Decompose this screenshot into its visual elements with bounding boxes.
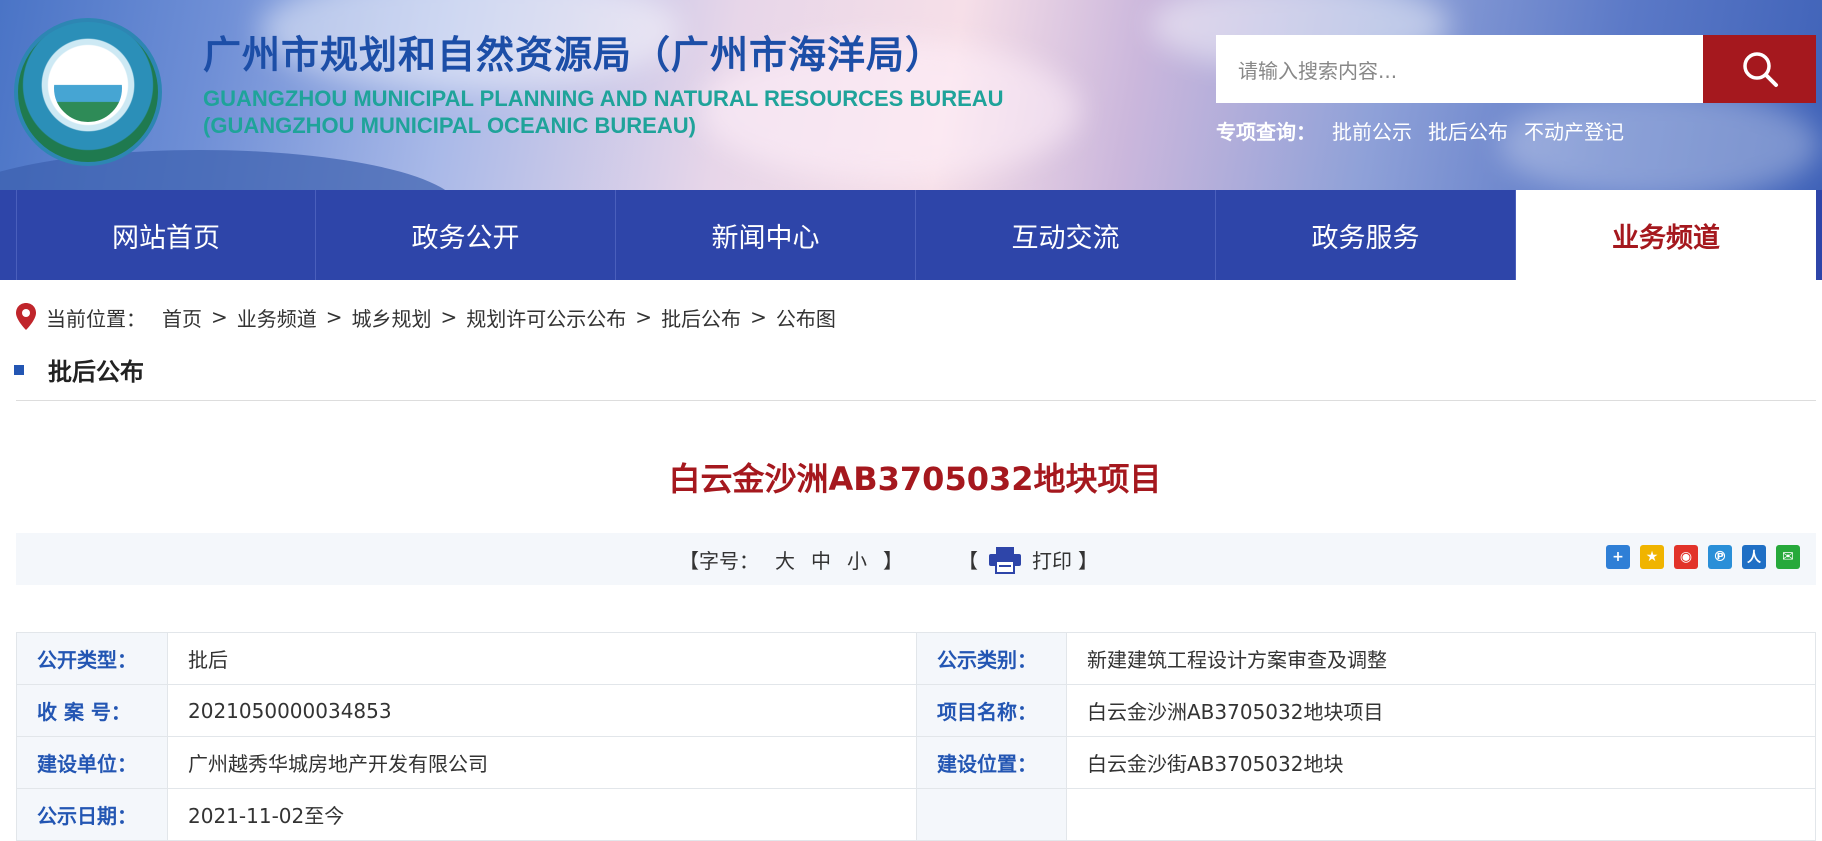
breadcrumb-prefix: 当前位置： xyxy=(46,306,146,331)
special-link-real-estate[interactable]: 不动产登记 xyxy=(1524,116,1624,145)
nav-item-interaction[interactable]: 互动交流 xyxy=(916,190,1216,280)
breadcrumb-separator: > xyxy=(750,305,767,329)
breadcrumb-separator: > xyxy=(211,305,228,329)
value-case-number: 2021050000034853 xyxy=(167,684,917,737)
site-title-en-sub: (GUANGZHOU MUNICIPAL OCEANIC BUREAU) xyxy=(203,113,696,138)
breadcrumb-separator: > xyxy=(325,305,343,329)
breadcrumb-urban-planning[interactable]: 城乡规划 xyxy=(352,303,432,332)
label-location: 建设位置： xyxy=(916,736,1067,789)
divider xyxy=(16,400,1816,401)
label-empty xyxy=(916,788,1067,841)
label-developer: 建设单位： xyxy=(16,736,168,789)
qzone-icon[interactable]: ★ xyxy=(1640,545,1664,569)
project-info-table: 公开类型： 批后 公示类别： 新建建筑工程设计方案审查及调整 收 案 号： 20… xyxy=(16,632,1816,841)
special-query-label: 专项查询： xyxy=(1216,120,1316,144)
print-button[interactable]: 【 打印 】 xyxy=(958,545,1098,574)
nav-item-services[interactable]: 政务服务 xyxy=(1216,190,1516,280)
print-close: 】 xyxy=(1078,549,1098,573)
value-publicity-category: 新建建筑工程设计方案审查及调整 xyxy=(1066,632,1816,685)
section-marker-icon xyxy=(14,364,24,375)
font-size-controls: 【字号： 大 中 小 】 xyxy=(679,545,903,574)
breadcrumb-permit-publicity[interactable]: 规划许可公示公布 xyxy=(466,303,626,332)
share-bar: + ★ ◉ ℗ 人 ✉ xyxy=(1606,545,1800,569)
wechat-icon[interactable]: ✉ xyxy=(1776,545,1800,569)
bureau-logo[interactable] xyxy=(14,18,162,166)
value-publicity-date: 2021-11-02至今 xyxy=(167,788,917,841)
section-title: 批后公布 xyxy=(14,352,144,387)
font-size-large[interactable]: 大 xyxy=(775,545,795,574)
search-input[interactable]: 请输入搜索内容... xyxy=(1216,35,1703,103)
breadcrumb-publish-map[interactable]: 公布图 xyxy=(776,303,836,332)
breadcrumb-separator: > xyxy=(635,305,653,329)
table-row: 公开类型： 批后 公示类别： 新建建筑工程设计方案审查及调整 xyxy=(16,632,1816,685)
font-size-close: 】 xyxy=(883,549,903,573)
renren-icon[interactable]: 人 xyxy=(1742,545,1766,569)
label-project-name: 项目名称： xyxy=(916,684,1067,737)
nav-item-home[interactable]: 网站首页 xyxy=(16,190,316,280)
value-empty xyxy=(1066,788,1816,841)
site-title-cn: 广州市规划和自然资源局（广州市海洋局） xyxy=(203,33,945,77)
tencent-weibo-icon[interactable]: ℗ xyxy=(1708,545,1732,569)
value-project-name: 白云金沙洲AB3705032地块项目 xyxy=(1066,684,1816,737)
search-icon xyxy=(1742,52,1778,87)
article-title: 白云金沙洲AB3705032地块项目 xyxy=(668,460,1162,498)
font-size-medium[interactable]: 中 xyxy=(811,545,831,574)
nav-item-news[interactable]: 新闻中心 xyxy=(616,190,916,280)
label-publicity-category: 公示类别： xyxy=(916,632,1067,685)
table-row: 收 案 号： 2021050000034853 项目名称： 白云金沙洲AB370… xyxy=(16,684,1816,737)
breadcrumb-home[interactable]: 首页 xyxy=(162,303,202,332)
weibo-icon[interactable]: ◉ xyxy=(1674,545,1698,569)
table-row: 公示日期： 2021-11-02至今 xyxy=(16,788,1816,841)
value-publicity-type: 批后 xyxy=(167,632,917,685)
value-developer: 广州越秀华城房地产开发有限公司 xyxy=(167,736,917,789)
label-case-number: 收 案 号： xyxy=(16,684,168,737)
header-banner: 广州市规划和自然资源局（广州市海洋局） GUANGZHOU MUNICIPAL … xyxy=(0,0,1822,190)
font-size-label: 【字号： xyxy=(679,549,759,573)
font-size-small[interactable]: 小 xyxy=(847,545,867,574)
special-link-post-publicity[interactable]: 批后公布 xyxy=(1428,116,1508,145)
breadcrumb-separator: > xyxy=(440,305,458,329)
nav-item-gov-affairs[interactable]: 政务公开 xyxy=(316,190,616,280)
print-open: 【 xyxy=(958,549,978,573)
nav-item-business[interactable]: 业务频道 xyxy=(1516,190,1816,280)
breadcrumb: 当前位置： 首页 > 业务频道 > 城乡规划 > 规划许可公示公布 > 批后公布… xyxy=(14,300,836,334)
label-publicity-type: 公开类型： xyxy=(16,632,168,685)
logo-emblem-icon xyxy=(52,52,124,124)
main-nav: 网站首页 政务公开 新闻中心 互动交流 政务服务 业务频道 xyxy=(0,190,1822,280)
value-location: 白云金沙街AB3705032地块 xyxy=(1066,736,1816,789)
nav-filler xyxy=(1816,190,1822,280)
search-button[interactable] xyxy=(1703,35,1816,103)
plus-share-icon[interactable]: + xyxy=(1606,545,1630,569)
search-placeholder: 请输入搜索内容... xyxy=(1238,58,1398,83)
breadcrumb-business[interactable]: 业务频道 xyxy=(237,303,317,332)
table-row: 建设单位： 广州越秀华城房地产开发有限公司 建设位置： 白云金沙街AB37050… xyxy=(16,736,1816,789)
article-toolbar: 【字号： 大 中 小 】 【 打印 】 + ★ ◉ ℗ 人 ✉ xyxy=(16,533,1816,585)
breadcrumb-post-publicity[interactable]: 批后公布 xyxy=(661,303,741,332)
special-query: 专项查询： 批前公示 批后公布 不动产登记 xyxy=(1216,116,1624,145)
label-publicity-date: 公示日期： xyxy=(16,788,168,841)
print-label: 打印 xyxy=(1032,549,1072,573)
site-title-en: GUANGZHOU MUNICIPAL PLANNING AND NATURAL… xyxy=(203,86,1004,111)
location-pin-icon xyxy=(16,303,36,330)
section-title-text: 批后公布 xyxy=(48,358,144,386)
special-link-pre-publicity[interactable]: 批前公示 xyxy=(1332,116,1412,145)
printer-icon xyxy=(989,546,1021,574)
